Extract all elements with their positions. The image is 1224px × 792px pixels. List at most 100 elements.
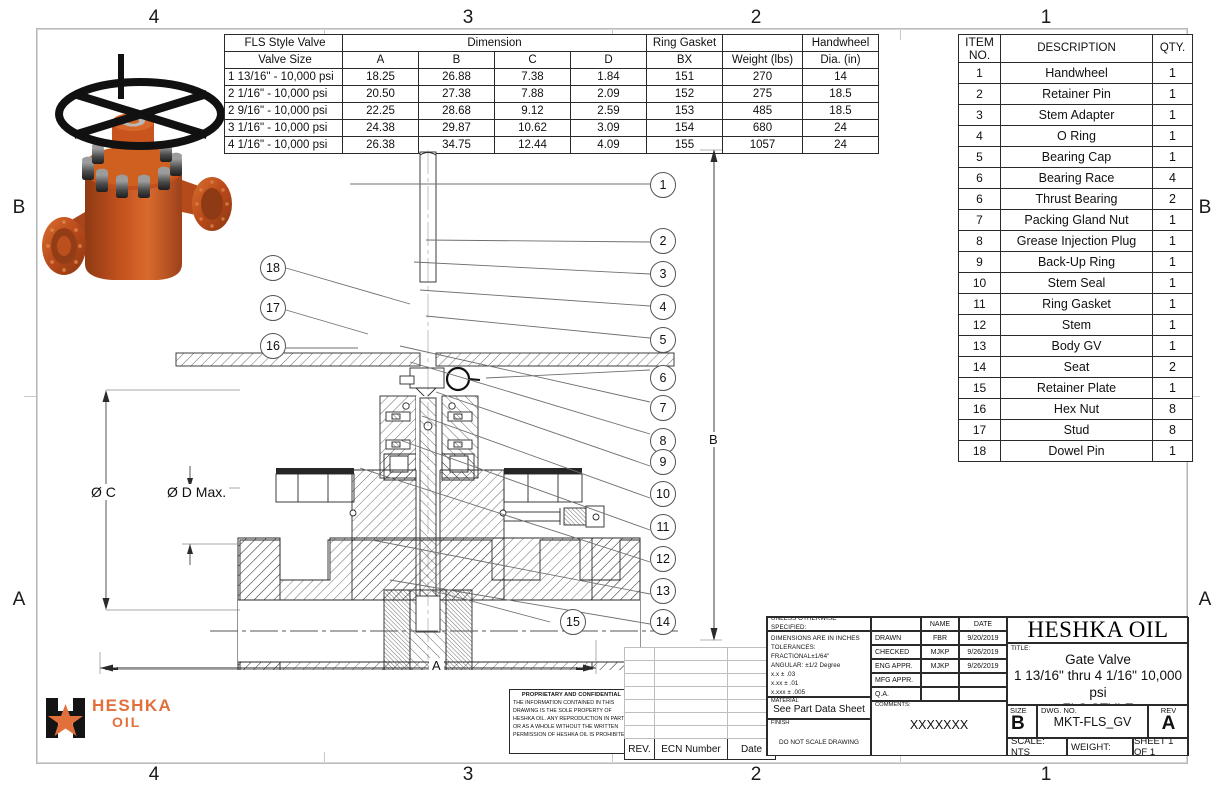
bom-table-row: 2 Retainer Pin 1 [958, 83, 1193, 105]
bom-cell-qty: 1 [1152, 146, 1193, 168]
balloon-11[interactable]: 11 [650, 514, 676, 540]
balloon-10[interactable]: 10 [650, 481, 676, 507]
balloon-2[interactable]: 2 [650, 228, 676, 254]
bom-cell-description: Bearing Cap [1000, 146, 1153, 168]
drawing-title-cell: TITLE: Gate Valve 1 13/16" thru 4 1/16" … [1007, 643, 1189, 705]
bom-cell-item-no: 6 [958, 188, 1001, 210]
approval-date-2: 9/26/2019 [959, 659, 1007, 673]
dim-cell-hw: 24 [802, 136, 879, 154]
dim-header-hw-dia: Dia. (in) [802, 51, 879, 69]
rev-cell[interactable] [624, 673, 655, 687]
zone-tick-top-3 [900, 28, 901, 40]
balloon-6[interactable]: 6 [650, 365, 676, 391]
title-block: UNLESS OTHERWISE SPECIFIED: DIMENSIONS A… [766, 616, 1189, 756]
rev-cell[interactable] [654, 712, 728, 726]
approval-col-date: DATE [959, 617, 1007, 631]
dim-cell-c: 7.38 [494, 68, 571, 86]
dwg-no-label: DWG. NO. [1041, 706, 1077, 715]
approval-label-0: DRAWN [871, 631, 921, 645]
bom-cell-description: Thrust Bearing [1000, 188, 1153, 210]
size-value: B [1011, 713, 1025, 734]
finish-cell: FINISH DO NOT SCALE DRAWING [767, 719, 871, 756]
do-not-scale-label: DO NOT SCALE DRAWING [779, 739, 859, 746]
dim-cell-size: 3 1/16" - 10,000 psi [224, 119, 343, 137]
rev-row-blank [624, 686, 776, 700]
rev-cell[interactable] [654, 725, 728, 739]
zone-right-a: A [1198, 589, 1212, 610]
balloon-12[interactable]: 12 [650, 546, 676, 572]
balloon-4[interactable]: 4 [650, 294, 676, 320]
bom-table-row: 6 Thrust Bearing 2 [958, 188, 1193, 210]
balloon-9[interactable]: 9 [650, 449, 676, 475]
bom-cell-item-no: 8 [958, 230, 1001, 252]
dim-cell-bx: 154 [646, 119, 723, 137]
dim-cell-hw: 18.5 [802, 85, 879, 103]
rev-cell[interactable] [654, 660, 728, 674]
bom-cell-item-no: 10 [958, 272, 1001, 294]
dim-cell-d: 1.84 [570, 68, 647, 86]
balloon-3[interactable]: 3 [650, 261, 676, 287]
bom-cell-description: Hex Nut [1000, 398, 1153, 420]
zone-top-3: 3 [462, 7, 474, 28]
rev-cell[interactable] [654, 647, 728, 661]
balloon-1[interactable]: 1 [650, 172, 676, 198]
valve-dimension-table: FLS Style Valve Dimension Ring Gasket Ha… [224, 34, 879, 154]
approval-name-2: MJKP [921, 659, 959, 673]
balloon-13[interactable]: 13 [650, 578, 676, 604]
title-line-1: Gate Valve [1065, 652, 1131, 667]
weight-cell: WEIGHT: [1067, 738, 1133, 756]
balloon-5[interactable]: 5 [650, 327, 676, 353]
dim-cell-hw: 18.5 [802, 102, 879, 120]
balloon-7[interactable]: 7 [650, 395, 676, 421]
dim-cell-weight: 275 [722, 85, 803, 103]
leader-lines-left [285, 267, 411, 349]
dim-table-row: 1 13/16" - 10,000 psi 18.25 26.88 7.38 1.84 1… [224, 68, 879, 86]
balloon-14[interactable]: 14 [650, 609, 676, 635]
bom-cell-item-no: 2 [958, 83, 1001, 105]
bom-table-row: 17 Stud 8 [958, 419, 1193, 441]
dim-table-header-row-2: Valve Size A B C D BX Weight (lbs) Dia. … [224, 51, 879, 69]
dimension-c-arrow [102, 389, 240, 611]
bom-cell-description: Retainer Plate [1000, 377, 1153, 399]
zone-bottom-2: 2 [750, 764, 762, 785]
bom-cell-qty: 1 [1152, 440, 1193, 462]
rev-header-ecn: ECN Number [654, 738, 728, 760]
dim-header-ring-gasket: Ring Gasket [646, 34, 723, 52]
balloon-18[interactable]: 18 [260, 255, 286, 281]
dim-cell-c: 10.62 [494, 119, 571, 137]
balloon-17[interactable]: 17 [260, 295, 286, 321]
bom-cell-qty: 1 [1152, 314, 1193, 336]
rev-cell[interactable] [624, 725, 655, 739]
rev-cell[interactable] [654, 686, 728, 700]
bom-cell-qty: 2 [1152, 188, 1193, 210]
zone-left-b: B [12, 197, 26, 218]
approval-label-2: ENG APPR. [871, 659, 921, 673]
rev-cell[interactable] [654, 673, 728, 687]
rev-cell[interactable] [624, 699, 655, 713]
zone-bottom-1: 1 [1040, 764, 1052, 785]
zone-top-4: 4 [148, 7, 160, 28]
rev-cell[interactable] [624, 660, 655, 674]
balloon-15[interactable]: 15 [560, 609, 586, 635]
dim-header-style: FLS Style Valve [224, 34, 343, 52]
bom-table-row: 11 Ring Gasket 1 [958, 293, 1193, 315]
dim-cell-d: 2.59 [570, 102, 647, 120]
rev-cell[interactable] [624, 686, 655, 700]
rev-cell[interactable] [624, 647, 655, 661]
bom-cell-description: Handwheel [1000, 62, 1153, 84]
bom-table-row: 12 Stem 1 [958, 314, 1193, 336]
leader-lines-right [350, 183, 651, 625]
bom-cell-item-no: 18 [958, 440, 1001, 462]
balloon-16[interactable]: 16 [260, 333, 286, 359]
dim-cell-weight: 680 [722, 119, 803, 137]
rev-cell[interactable] [624, 712, 655, 726]
company-name: HESHKA OIL [1027, 617, 1169, 642]
dim-cell-a: 18.25 [342, 68, 419, 86]
dim-cell-a: 22.25 [342, 102, 419, 120]
bom-cell-qty: 1 [1152, 335, 1193, 357]
bom-table-row: 7 Packing Gland Nut 1 [958, 209, 1193, 231]
bom-cell-item-no: 11 [958, 293, 1001, 315]
bom-table-row: 8 Grease Injection Plug 1 [958, 230, 1193, 252]
dim-cell-c: 7.88 [494, 85, 571, 103]
rev-cell[interactable] [654, 699, 728, 713]
